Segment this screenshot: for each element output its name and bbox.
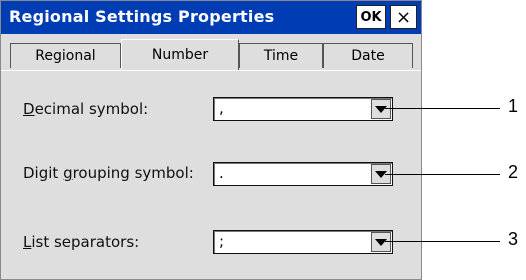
digit-grouping-value: . [219, 164, 224, 182]
list-separators-label: List separators: [23, 233, 139, 251]
tab-time[interactable]: Time [239, 43, 323, 68]
list-dropdown-button[interactable] [371, 232, 391, 252]
decimal-dropdown-button[interactable] [371, 99, 391, 119]
callout-number-1: 1 [508, 96, 519, 116]
chevron-down-icon [375, 238, 387, 246]
callout-line-1 [385, 108, 500, 109]
tab-number[interactable]: Number [121, 39, 239, 70]
decimal-accelerator-key: D [23, 100, 35, 118]
tab-strip: Regional Number Time Date [1, 34, 421, 77]
list-label-rest: ist separators: [31, 233, 140, 251]
decimal-label-rest: ecimal symbol: [34, 100, 149, 118]
grouping-label-post: rouping symbol: [72, 164, 194, 182]
callout-line-3 [385, 241, 500, 242]
grouping-accelerator-key: g [63, 164, 73, 182]
tab-baseline [1, 70, 421, 71]
regional-settings-dialog: Regional Settings Properties OK × Region… [0, 0, 422, 280]
digit-grouping-label: Digit grouping symbol: [23, 164, 194, 182]
callout-number-3: 3 [508, 229, 519, 249]
digit-grouping-combobox[interactable]: . [213, 162, 393, 186]
window-title: Regional Settings Properties [9, 7, 275, 26]
grouping-label-pre: Digit [23, 164, 64, 182]
ok-button[interactable]: OK [356, 5, 386, 29]
list-separators-value: ; [219, 232, 225, 250]
decimal-symbol-value: , [219, 99, 224, 117]
list-separators-combobox[interactable]: ; [213, 230, 393, 254]
callout-line-2 [385, 174, 500, 175]
close-button[interactable]: × [390, 5, 417, 29]
decimal-symbol-combobox[interactable]: , [213, 97, 393, 121]
title-bar: Regional Settings Properties OK × [1, 1, 421, 34]
callout-number-2: 2 [508, 162, 519, 182]
decimal-symbol-label: Decimal symbol: [23, 100, 148, 118]
tab-regional[interactable]: Regional [10, 43, 121, 68]
chevron-down-icon [375, 105, 387, 113]
tab-date[interactable]: Date [323, 43, 413, 68]
